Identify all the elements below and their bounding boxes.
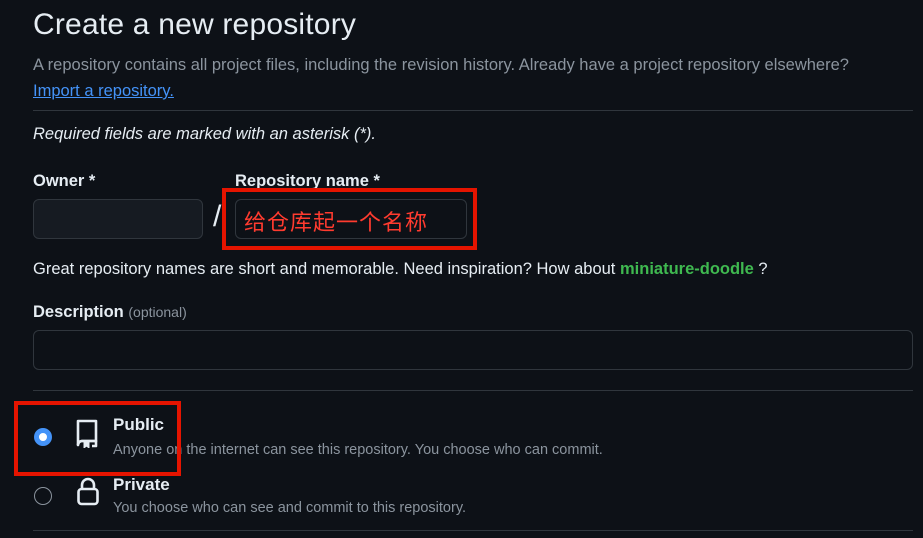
- owner-label: Owner *: [33, 172, 96, 190]
- visibility-option-private[interactable]: Private You choose who can see and commi…: [25, 470, 905, 522]
- repo-name-hint: Great repository names are short and mem…: [33, 260, 768, 279]
- description-label-text: Description: [33, 303, 124, 321]
- divider: [33, 390, 913, 391]
- highlight-repo-name-box: [222, 188, 477, 250]
- import-repository-link[interactable]: Import a repository.: [33, 82, 174, 100]
- public-description: Anyone on the internet can see this repo…: [113, 442, 603, 458]
- hint-suffix: ?: [758, 260, 768, 278]
- description-label: Description (optional): [33, 303, 187, 322]
- private-title: Private: [113, 475, 170, 494]
- required-fields-note: Required fields are marked with an aster…: [33, 125, 376, 143]
- private-description: You choose who can see and commit to thi…: [113, 500, 467, 516]
- divider: [33, 110, 913, 111]
- lock-icon: [76, 476, 100, 511]
- private-radio[interactable]: [34, 487, 52, 505]
- divider: [33, 530, 913, 531]
- description-optional: (optional): [128, 304, 187, 320]
- owner-select[interactable]: [33, 199, 203, 239]
- description-input[interactable]: [33, 330, 913, 370]
- name-suggestion-link[interactable]: miniature-doodle: [620, 260, 754, 278]
- owner-repo-separator: /: [213, 200, 222, 233]
- page-title: Create a new repository: [33, 8, 357, 41]
- hint-text: Great repository names are short and mem…: [33, 260, 616, 278]
- subtitle-text: A repository contains all project files,…: [33, 56, 849, 74]
- page-subtitle: A repository contains all project files,…: [33, 52, 913, 104]
- highlight-public-box: [14, 401, 181, 476]
